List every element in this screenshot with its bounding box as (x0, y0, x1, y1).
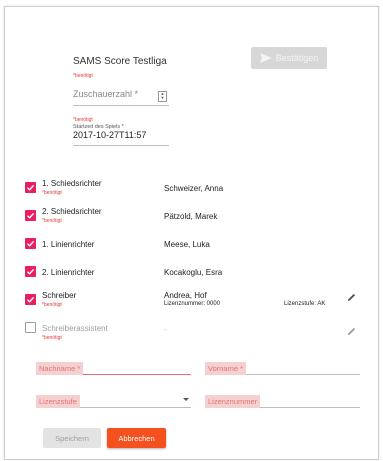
role-scorer-required: *benötigt (42, 302, 62, 308)
license-level-select[interactable]: Lizenzstufe (36, 391, 191, 408)
checkbox-referee-1[interactable] (25, 182, 36, 193)
role-referee-1: 1. Schiedsrichter (42, 179, 102, 188)
start-required-hint: *benötigt (73, 117, 93, 123)
role-referee-1-required: *benötigt (42, 190, 62, 196)
license-level-placeholder: Lizenzstufe (36, 395, 80, 408)
scorer-license-level: Lizenzstufe: AK (284, 301, 326, 307)
edit-pencil-icon[interactable] (347, 293, 356, 302)
role-scorer-assistant: Schreiberassistent (42, 324, 108, 333)
start-time-input[interactable]: 2017-10-27T11:57 (73, 130, 169, 146)
role-scorer: Schreiber (42, 291, 77, 300)
score-panel: SAMS Score Testliga *benötigt Bestätigen… (4, 6, 379, 460)
title-required-hint: *benötigt (73, 73, 93, 79)
checkbox-scorer[interactable] (25, 294, 36, 305)
name-scorer-assistant: - (164, 325, 167, 334)
name-referee-2: Pätzold, Marek (164, 212, 218, 221)
checkbox-referee-2[interactable] (25, 210, 36, 221)
stepper-icon[interactable]: ▲ ▼ (158, 91, 167, 102)
spectators-input[interactable]: Zuschauerzahl * ▲ ▼ (73, 89, 169, 106)
check-icon (27, 212, 35, 219)
scorer-license-number: Lizenznummer: 0000 (164, 301, 221, 307)
license-number-input[interactable]: Lizenznummer (205, 391, 360, 408)
firstname-placeholder: Vorname * (205, 362, 247, 375)
checkbox-scorer-assistant[interactable] (25, 322, 36, 333)
send-icon (259, 53, 272, 63)
chevron-down-icon (183, 398, 189, 401)
check-icon (27, 296, 35, 303)
checkbox-linesman-2[interactable] (25, 266, 36, 277)
confirm-button[interactable]: Bestätigen (251, 47, 327, 69)
spectators-placeholder: Zuschauerzahl * (73, 89, 139, 99)
edit-pencil-icon-assistant[interactable] (347, 327, 356, 336)
name-referee-1: Schweizer, Anna (164, 184, 224, 193)
check-icon (27, 268, 35, 275)
save-button[interactable]: Speichern (43, 428, 101, 448)
lastname-input[interactable]: Nachname * (36, 358, 191, 375)
lastname-placeholder: Nachname * (36, 362, 84, 375)
name-linesman-1: Meese, Luka (164, 240, 210, 249)
role-linesman-1: 1. Linienrichter (42, 240, 95, 249)
role-scorer-assistant-required: *benötigt (42, 335, 62, 341)
role-linesman-2: 2. Linienrichter (42, 268, 95, 277)
match-title: SAMS Score Testliga (73, 56, 167, 67)
role-referee-2-required: *benötigt (42, 218, 62, 224)
firstname-input[interactable]: Vorname * (205, 358, 360, 375)
license-number-placeholder: Lizenznummer (205, 395, 261, 408)
role-referee-2: 2. Schiedsrichter (42, 207, 102, 216)
check-icon (27, 184, 35, 191)
check-icon (27, 240, 35, 247)
name-scorer: Andrea, Hof (164, 291, 207, 300)
name-linesman-2: Kocakoglu, Esra (164, 268, 223, 277)
cancel-button[interactable]: Abbrechen (107, 428, 166, 448)
checkbox-linesman-1[interactable] (25, 238, 36, 249)
confirm-button-label: Bestätigen (275, 53, 319, 63)
